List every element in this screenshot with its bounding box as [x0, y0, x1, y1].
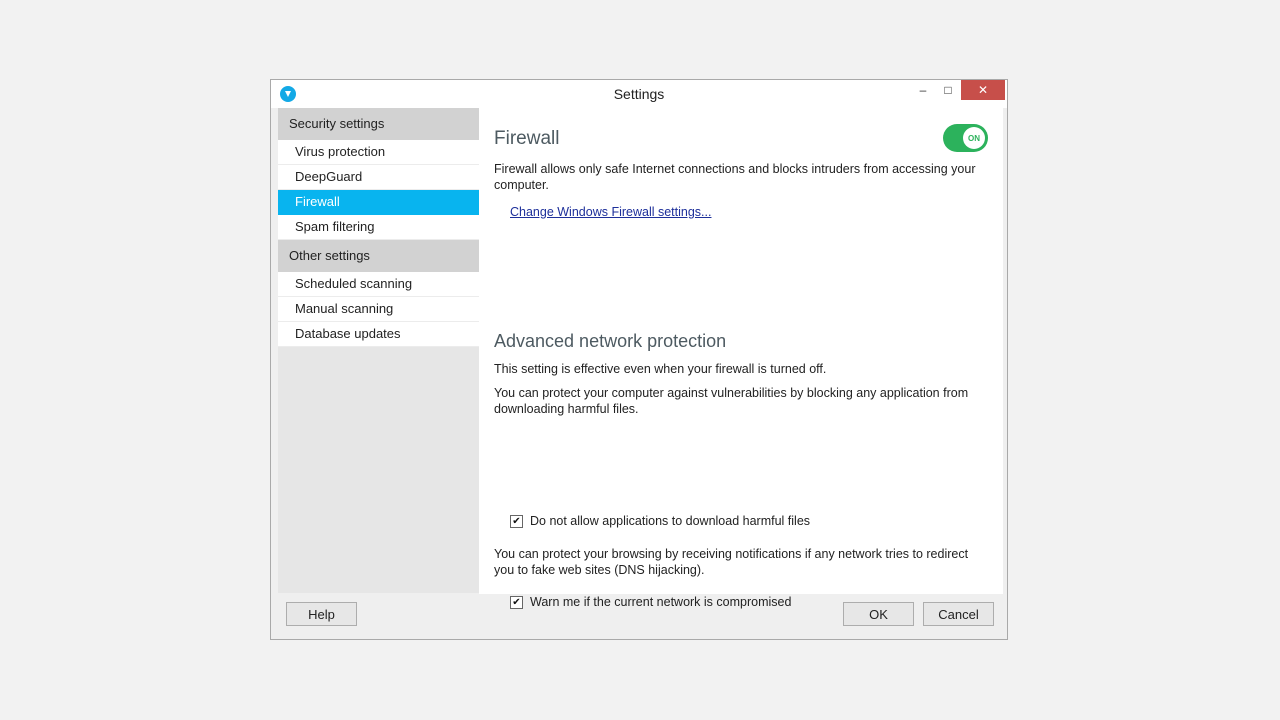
block-harmful-downloads-checkbox-row[interactable]: ✔ Do not allow applications to download …: [510, 514, 810, 528]
warn-compromised-network-row[interactable]: ✔ Warn me if the current network is comp…: [510, 595, 791, 609]
window-title: Settings: [613, 86, 665, 102]
sidebar: Security settings Virus protection DeepG…: [278, 108, 479, 593]
warn-compromised-network-label: Warn me if the current network is compro…: [530, 595, 792, 609]
advanced-protection-title: Advanced network protection: [494, 331, 727, 351]
close-icon: ✕: [977, 83, 989, 97]
ok-button[interactable]: OK: [843, 602, 914, 626]
sidebar-item-deepguard[interactable]: DeepGuard: [278, 165, 479, 190]
ok-button-label: OK: [869, 606, 888, 622]
title-bar[interactable]: Settings ‒ □ ✕: [271, 80, 1007, 108]
firewall-toggle[interactable]: ON: [943, 124, 988, 152]
change-windows-firewall-link[interactable]: Change Windows Firewall settings...: [510, 205, 711, 219]
sidebar-item-spam-filtering[interactable]: Spam filtering: [278, 215, 479, 240]
firewall-description: Firewall allows only safe Internet conne…: [494, 162, 976, 192]
sidebar-item-database-updates[interactable]: Database updates: [278, 322, 479, 347]
cancel-button-label: Cancel: [938, 606, 979, 622]
minimize-icon: ‒: [919, 83, 927, 97]
maximize-button[interactable]: □: [936, 80, 960, 100]
toggle-knob: ON: [963, 127, 985, 149]
advanced-note: This setting is effective even when your…: [494, 362, 827, 376]
maximize-icon: □: [944, 83, 952, 97]
sidebar-header-other: Other settings: [278, 240, 479, 272]
sidebar-header-security: Security settings: [278, 108, 479, 140]
sidebar-item-virus-protection[interactable]: Virus protection: [278, 140, 479, 165]
sidebar-item-firewall[interactable]: Firewall: [278, 190, 479, 215]
warn-compromised-network-checkbox[interactable]: ✔: [510, 595, 523, 609]
settings-panel: Firewall ON Firewall allows only safe In…: [479, 108, 1003, 609]
help-button-label: Help: [308, 606, 335, 622]
block-harmful-downloads-checkbox[interactable]: ✔: [510, 514, 523, 528]
sidebar-item-manual-scanning[interactable]: Manual scanning: [278, 297, 479, 322]
advanced-description-1: You can protect your computer against vu…: [494, 386, 969, 416]
cancel-button[interactable]: Cancel: [923, 602, 994, 626]
firewall-title: Firewall: [494, 128, 560, 149]
block-harmful-downloads-label: Do not allow applications to download ha…: [530, 514, 811, 528]
settings-window: Settings ‒ □ ✕ Security settings Virus p…: [270, 79, 1008, 640]
minimize-button[interactable]: ‒: [911, 80, 935, 100]
close-button[interactable]: ✕: [961, 80, 1005, 100]
advanced-description-2: You can protect your browsing by receivi…: [494, 547, 969, 577]
sidebar-item-scheduled-scanning[interactable]: Scheduled scanning: [278, 272, 479, 297]
help-button[interactable]: Help: [286, 602, 357, 626]
